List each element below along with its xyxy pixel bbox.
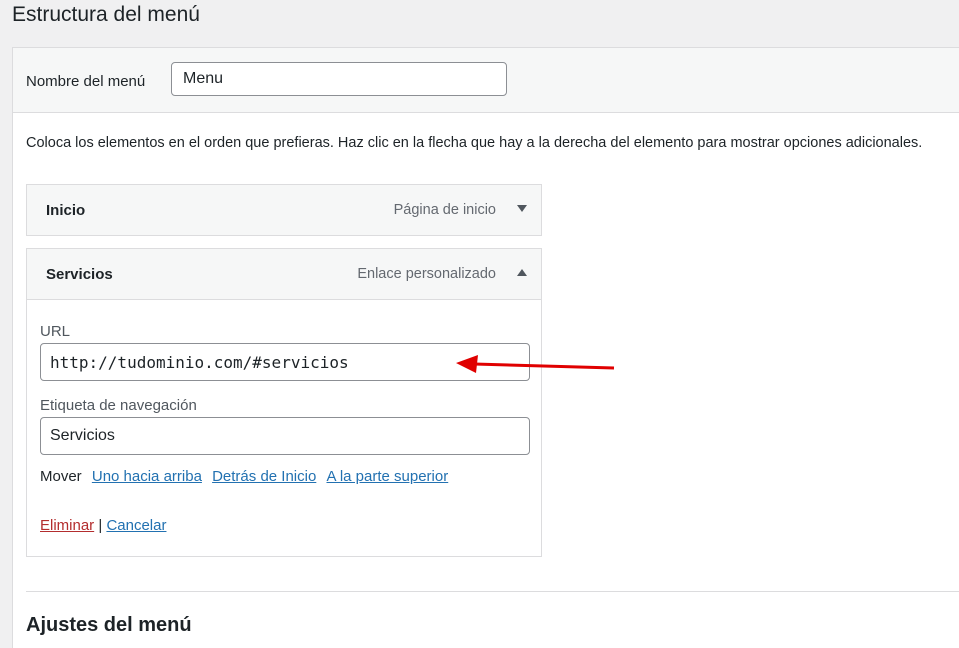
menu-item-settings: URL Etiqueta de navegación Mover Uno hac… xyxy=(27,299,541,556)
delete-link[interactable]: Eliminar xyxy=(40,517,94,534)
expand-arrow-icon[interactable] xyxy=(517,205,527,212)
collapse-arrow-icon[interactable] xyxy=(517,269,527,276)
cancel-link[interactable]: Cancelar xyxy=(106,517,166,534)
move-row: Mover Uno hacia arriba Detrás de Inicio … xyxy=(40,468,448,485)
menu-name-input[interactable] xyxy=(171,62,507,96)
move-label: Mover xyxy=(40,468,82,485)
menu-item-title: Servicios xyxy=(46,266,113,283)
menu-item-handle[interactable]: Servicios Enlace personalizado xyxy=(27,249,541,299)
nav-label-label: Etiqueta de navegación xyxy=(40,397,197,414)
nav-label-input[interactable] xyxy=(40,417,530,455)
menu-settings-title: Ajustes del menú xyxy=(26,614,192,636)
menu-name-header: Nombre del menú xyxy=(13,48,959,113)
move-under-inicio-link[interactable]: Detrás de Inicio xyxy=(212,468,316,485)
menu-structure-panel: Nombre del menú Coloca los elementos en … xyxy=(12,47,959,648)
menu-item-type: Enlace personalizado xyxy=(357,266,496,282)
menu-item-title: Inicio xyxy=(46,202,86,219)
url-input[interactable] xyxy=(40,343,530,381)
actions-separator: | xyxy=(98,517,103,534)
menu-item-type: Página de inicio xyxy=(393,202,496,218)
menu-item-handle[interactable]: Inicio Página de inicio xyxy=(27,185,541,235)
section-divider xyxy=(26,591,959,592)
url-label: URL xyxy=(40,323,71,340)
menu-instructions: Coloca los elementos en el orden que pre… xyxy=(26,135,923,151)
page-title: Estructura del menú xyxy=(12,3,200,26)
move-to-top-link[interactable]: A la parte superior xyxy=(326,468,448,485)
menu-item-servicios: Servicios Enlace personalizado URL Etiqu… xyxy=(26,248,542,557)
menu-name-label: Nombre del menú xyxy=(26,73,146,90)
item-actions: Eliminar | Cancelar xyxy=(40,517,166,534)
move-up-link[interactable]: Uno hacia arriba xyxy=(92,468,202,485)
menu-item-inicio: Inicio Página de inicio xyxy=(26,184,542,236)
